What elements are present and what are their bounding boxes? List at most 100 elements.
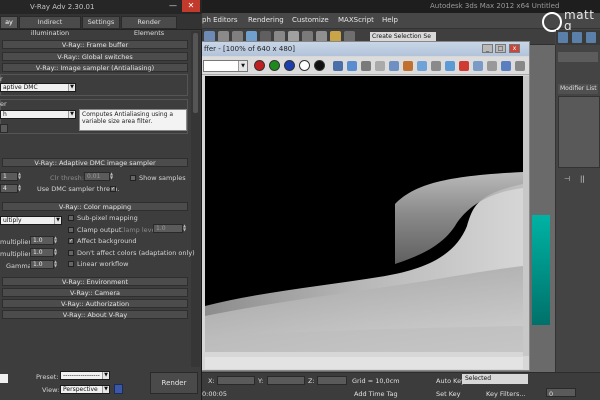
color-mapping-type-dropdown[interactable]: ultiply ▼ — [0, 216, 62, 225]
rollout-frame-buffer[interactable]: V-Ray:: Frame buffer — [2, 40, 188, 49]
menu-graph-editors[interactable]: ph Editors — [202, 16, 237, 24]
menu-maxscript[interactable]: MAXScript — [338, 16, 374, 24]
production-mode-dropdown[interactable] — [0, 374, 8, 383]
show-end-result-icon[interactable]: || — [580, 175, 585, 183]
modifier-stack-buttons: ⊣ || — [558, 172, 600, 186]
dark-multiplier-spinner[interactable]: 1.0 ▲ ▼ — [30, 236, 57, 245]
tab-render-elements[interactable]: Render Elements — [121, 16, 177, 37]
linear-workflow-checkbox[interactable] — [68, 261, 74, 267]
load-image-icon[interactable] — [347, 61, 357, 71]
add-time-tag-button[interactable]: Add Time Tag — [354, 390, 398, 398]
rollout-environment[interactable]: V-Ray:: Environment — [2, 277, 188, 286]
save-image-icon[interactable] — [333, 61, 343, 71]
histogram-icon[interactable] — [501, 61, 511, 71]
spinner-arrows-icon[interactable]: ▲ ▼ — [183, 224, 188, 233]
menu-customize[interactable]: Customize — [292, 16, 329, 24]
blue-channel-icon[interactable] — [284, 60, 295, 71]
rollout-camera[interactable]: V-Ray:: Camera — [2, 288, 188, 297]
rollout-image-sampler[interactable]: V-Ray:: Image sampler (Antialiasing) — [2, 63, 188, 72]
aa-filter-size-spinner[interactable] — [0, 124, 8, 133]
minimize-button[interactable]: — — [166, 1, 180, 11]
create-tab-icon[interactable] — [558, 32, 568, 43]
gamma-spinner[interactable]: 1.0 ▲ ▼ — [30, 260, 57, 269]
spinner-arrows-icon[interactable]: ▲ ▼ — [18, 172, 23, 181]
mono-channel-icon[interactable] — [314, 60, 325, 71]
auto-key-button[interactable]: Auto Key — [436, 377, 465, 385]
image-sampler-type-value: aptive DMC — [3, 84, 38, 91]
menu-help[interactable]: Help — [382, 16, 398, 24]
rollout-authorization[interactable]: V-Ray:: Authorization — [2, 299, 188, 308]
key-mode-dropdown[interactable]: Selected — [462, 374, 528, 384]
alpha-channel-icon[interactable] — [299, 60, 310, 71]
view-value: Perspective — [63, 386, 98, 393]
modifier-list-dropdown[interactable]: Modifier List — [558, 84, 598, 94]
min-subdivs-spinner[interactable]: 1 ▲ ▼ — [0, 172, 21, 181]
link-icon[interactable] — [445, 61, 455, 71]
affect-background-checkbox[interactable]: ✓ — [68, 238, 74, 244]
show-samples-checkbox[interactable] — [130, 175, 136, 181]
max-subdivs-spinner[interactable]: 4 ▲ ▼ — [0, 184, 21, 193]
y-coord-field[interactable] — [267, 376, 305, 385]
tab-settings[interactable]: Settings — [82, 16, 120, 29]
modify-tab-icon[interactable] — [572, 32, 582, 43]
aa-filter-dropdown[interactable]: h ▼ — [0, 110, 76, 119]
spinner-arrows-icon[interactable]: ▲ ▼ — [18, 184, 23, 193]
correction-icon[interactable] — [459, 61, 469, 71]
panel-scrollbar-thumb[interactable] — [193, 33, 198, 113]
rollout-adaptive-dmc[interactable]: V-Ray:: Adaptive DMC image sampler — [2, 158, 188, 167]
z-coord-field[interactable] — [317, 376, 347, 385]
spinner-arrows-icon[interactable]: ▲ ▼ — [54, 236, 59, 245]
preset-dropdown[interactable]: ----------------- ▼ — [60, 371, 110, 380]
clamp-level-spinner[interactable]: 1.0 ▲ ▼ — [153, 224, 186, 233]
view-dropdown[interactable]: Perspective ▼ — [60, 385, 110, 394]
spinner-arrows-icon[interactable]: ▲ ▼ — [54, 260, 59, 269]
bright-multiplier-spinner[interactable]: 1.0 ▲ ▼ — [30, 248, 57, 257]
tab-indirect-illumination[interactable]: Indirect illumination — [19, 16, 81, 37]
close-button[interactable]: x — [509, 44, 520, 53]
clr-thresh-label: Clr thresh: — [50, 174, 84, 182]
teapot-icon[interactable] — [417, 61, 427, 71]
hierarchy-tab-icon[interactable] — [586, 32, 596, 43]
z-coord-label: Z: — [308, 377, 315, 385]
modifier-stack[interactable] — [558, 96, 600, 168]
rollout-about-vray[interactable]: V-Ray:: About V-Ray — [2, 310, 188, 319]
frame-buffer-scrollbar[interactable] — [523, 76, 529, 356]
maximize-button[interactable]: □ — [495, 44, 506, 53]
rollout-global-switches[interactable]: V-Ray:: Global switches — [2, 52, 188, 61]
preset-label: Preset: — [36, 373, 59, 381]
object-name-field[interactable] — [558, 52, 598, 62]
spinner-arrows-icon[interactable]: ▲ ▼ — [110, 172, 115, 181]
minimize-button[interactable]: _ — [482, 44, 493, 53]
use-dmc-thresh-checkbox[interactable]: ✓ — [110, 186, 116, 192]
lock-view-icon[interactable] — [114, 384, 123, 394]
sub-pixel-mapping-checkbox[interactable] — [68, 215, 74, 221]
key-filters-button[interactable]: Key Filters... — [486, 390, 526, 398]
clr-thresh-spinner[interactable]: 0.01 ▲ ▼ — [84, 172, 113, 181]
command-panel — [555, 45, 600, 375]
region-render-icon[interactable] — [389, 61, 399, 71]
clamp-output-checkbox[interactable] — [68, 227, 74, 233]
rollout-color-mapping[interactable]: V-Ray:: Color mapping — [2, 202, 188, 211]
dont-affect-colors-checkbox[interactable] — [68, 250, 74, 256]
channel-dropdown[interactable]: ▼ — [203, 60, 248, 72]
spinner-arrows-icon[interactable]: ▲ ▼ — [54, 248, 59, 257]
duplicate-icon[interactable] — [361, 61, 371, 71]
image-sampler-type-dropdown[interactable]: aptive DMC ▼ — [0, 83, 76, 92]
tab-vray[interactable]: ay — [0, 16, 18, 29]
set-key-button[interactable]: Set Key — [436, 390, 461, 398]
red-channel-icon[interactable] — [254, 60, 265, 71]
green-channel-icon[interactable] — [269, 60, 280, 71]
color-mapping-type-value: ultiply — [3, 217, 22, 224]
rendered-image[interactable] — [205, 76, 523, 352]
pixel-info-icon[interactable] — [487, 61, 497, 71]
stop-icon[interactable] — [431, 61, 441, 71]
render-last-icon[interactable] — [403, 61, 413, 71]
menu-rendering[interactable]: Rendering — [248, 16, 284, 24]
clear-icon[interactable] — [375, 61, 385, 71]
x-coord-field[interactable] — [217, 376, 255, 385]
pin-stack-icon[interactable]: ⊣ — [564, 175, 570, 183]
render-button[interactable]: Render — [150, 372, 198, 394]
close-button[interactable]: ✕ — [182, 0, 200, 12]
settings-icon[interactable] — [515, 61, 525, 71]
lut-icon[interactable] — [473, 61, 483, 71]
